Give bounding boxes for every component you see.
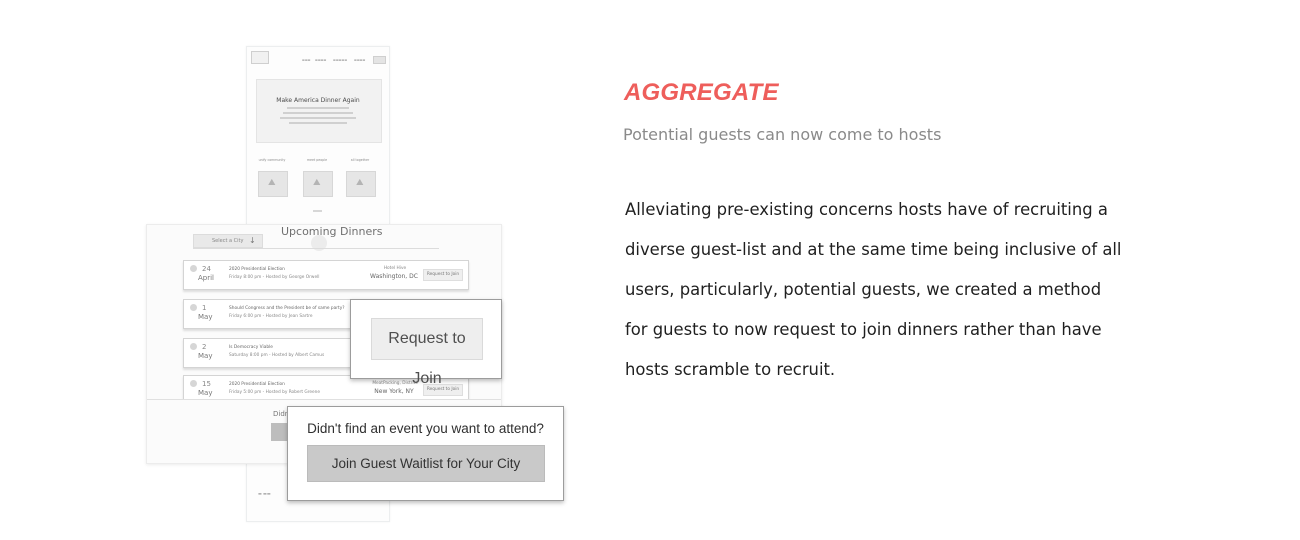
event-month: April (198, 274, 214, 282)
event-city: Washington, DC (370, 273, 418, 280)
section-subheading: Potential guests can now come to hosts (623, 125, 942, 144)
image-placeholder-icon: ⛰ (303, 171, 333, 197)
event-subtitle: Friday 5:00 pm - Hosted by Robert Greene (229, 390, 321, 395)
event-month: May (198, 313, 213, 321)
wireframe-nav-button (373, 56, 386, 64)
event-title: 2020 Presidential Election (229, 382, 285, 387)
wireframe-footer-link: ▬ ▬▬ (258, 491, 271, 496)
wireframe-logo (251, 51, 269, 64)
event-status-dot (190, 265, 197, 272)
wireframe-column-label: unify community (258, 158, 286, 162)
event-venue: MeatPacking, District (372, 381, 418, 386)
event-day: 15 (202, 380, 211, 388)
event-subtitle: Saturday 8:00 pm - Hosted by Albert Camu… (229, 353, 325, 358)
event-day: 24 (202, 265, 211, 273)
body-text-line: for guests to now request to join dinner… (625, 320, 1102, 339)
body-text-line: Alleviating pre-existing concerns hosts … (625, 200, 1108, 219)
event-day: 1 (202, 304, 207, 312)
wireframe-hero-text-line (289, 122, 347, 124)
city-select[interactable]: Select a City ↓ (193, 234, 263, 248)
wireframe-column-label: meet people (306, 158, 328, 162)
request-to-join-button[interactable]: Request to Join (423, 269, 463, 281)
city-select-label: Select a City (212, 238, 244, 244)
wireframe-nav-item: ▬▬▬ (302, 58, 311, 62)
event-month: May (198, 389, 213, 397)
body-text-line: diverse guest-list and at the same time … (625, 240, 1122, 259)
request-to-join-button[interactable]: Request to Join (371, 318, 483, 387)
event-subtitle: Friday 8:00 pm - Hosted by George Orwell (229, 275, 320, 280)
event-title: 2020 Presidential Election (229, 267, 285, 272)
guest-waitlist-callout: Didn't find an event you want to attend?… (287, 406, 564, 501)
wireframe-nav-item: ▬▬▬▬ (354, 58, 366, 62)
wireframe-nav-item: ▬▬▬▬▬ (333, 58, 348, 62)
event-day: 2 (202, 343, 207, 351)
event-month: May (198, 352, 213, 360)
event-title: Is Democracy Viable (229, 345, 273, 350)
wireframe-more-link (313, 210, 322, 212)
join-waitlist-button[interactable]: Join Guest Waitlist for Your City (307, 445, 545, 482)
wireframe-hero-text-line (283, 112, 353, 114)
upcoming-dinners-title: Upcoming Dinners (281, 225, 383, 238)
wireframe-column-label: all together (350, 158, 370, 162)
wireframe-nav-item: ▬▬▬▬ (315, 58, 327, 62)
arrow-down-icon: ↓ (249, 236, 256, 245)
event-title: Should Congress and the President be of … (229, 306, 345, 311)
waitlist-question: Didn't find an event you want to attend? (307, 421, 544, 436)
wireframe-hero-image (256, 79, 382, 143)
request-to-join-callout: Request to Join (350, 299, 502, 387)
event-card[interactable]: 24 April 2020 Presidential Election Frid… (183, 260, 469, 290)
image-placeholder-icon: ⛰ (346, 171, 376, 197)
event-status-dot (190, 380, 197, 387)
divider (193, 248, 439, 249)
event-subtitle: Friday 6:00 pm - Hosted by Jean Sartre (229, 314, 313, 319)
section-heading: AGGREGATE (624, 79, 779, 106)
wireframe-hero-text-line (287, 107, 349, 109)
body-text-line: users, particularly, potential guests, w… (625, 280, 1102, 299)
body-text-line: hosts scramble to recruit. (625, 360, 836, 379)
image-placeholder-icon: ⛰ (258, 171, 288, 197)
event-status-dot (190, 304, 197, 311)
event-venue: Hotel Hive (383, 266, 407, 271)
wireframe-hero-text-line (280, 117, 356, 119)
event-status-dot (190, 343, 197, 350)
wireframe-hero-title: Make America Dinner Again (276, 97, 360, 104)
